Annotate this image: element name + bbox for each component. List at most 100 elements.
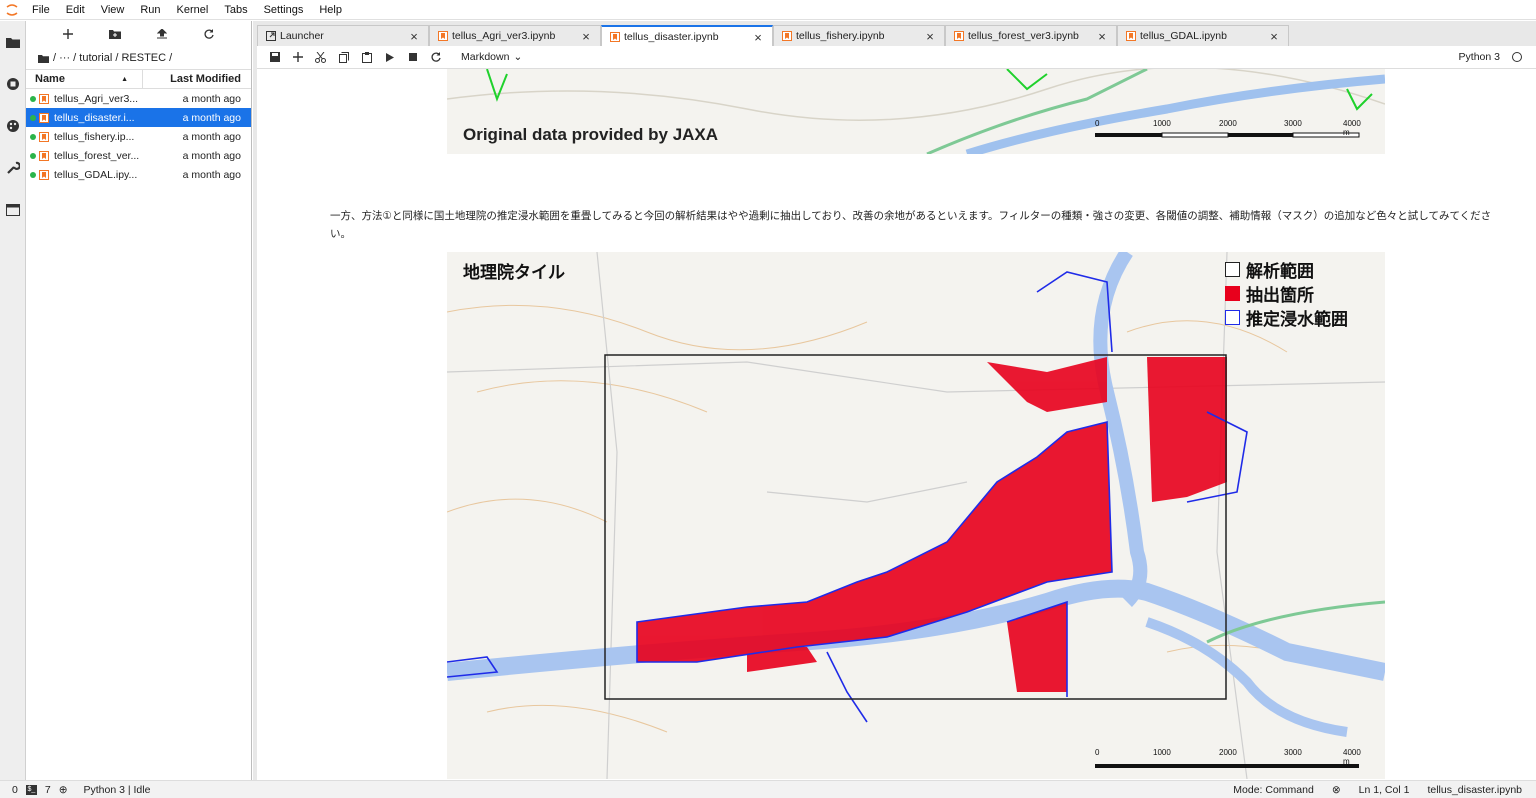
map-image-flood: 地理院タイル 解析範囲 抽出箇所 推定浸水範囲 0 1000 2000 3000… xyxy=(447,252,1385,779)
jupyter-logo-icon xyxy=(0,0,24,20)
status-count-2[interactable]: 7 xyxy=(45,784,51,796)
file-row[interactable]: tellus_Agri_ver3... a month ago xyxy=(26,89,251,108)
stop-icon[interactable] xyxy=(401,46,424,69)
sort-ascending-icon: ▲ xyxy=(121,75,128,83)
run-icon[interactable] xyxy=(378,46,401,69)
close-icon[interactable]: × xyxy=(1268,29,1280,44)
tab-label: tellus_Agri_ver3.ipynb xyxy=(452,30,556,42)
notebook-icon xyxy=(39,150,49,161)
scale-tick: 3000 xyxy=(1284,748,1302,757)
kernel-status-icon xyxy=(1512,52,1522,62)
terminal-icon[interactable]: $_ xyxy=(25,784,37,795)
file-modified: a month ago xyxy=(182,149,241,162)
kernel-status-text[interactable]: Python 3 | Idle xyxy=(84,784,151,796)
tab-1[interactable]: tellus_Agri_ver3.ipynb × xyxy=(429,25,601,46)
legend-item-flood: 推定浸水範囲 xyxy=(1225,305,1348,329)
scale-tick: 0 xyxy=(1095,748,1100,757)
status-bar: 0 $_ 7 ⊕ Python 3 | Idle Mode: Command ⊗… xyxy=(0,780,1536,798)
close-icon[interactable]: × xyxy=(408,29,420,44)
scale-tick: 0 xyxy=(1095,119,1100,128)
menu-help[interactable]: Help xyxy=(311,0,350,20)
left-sidebar-tabs xyxy=(0,21,26,780)
tab-label: tellus_fishery.ipynb xyxy=(796,30,885,42)
file-row[interactable]: tellus_GDAL.ipy... a month ago xyxy=(26,165,251,184)
file-row[interactable]: tellus_disaster.i... a month ago xyxy=(26,108,251,127)
menu-kernel[interactable]: Kernel xyxy=(169,0,217,20)
scale-bar-bottom: 0 1000 2000 3000 4000 m xyxy=(1095,748,1365,768)
file-name: tellus_fishery.ip... xyxy=(54,130,135,143)
copy-icon[interactable] xyxy=(332,46,355,69)
close-icon[interactable]: × xyxy=(924,29,936,44)
file-row[interactable]: tellus_fishery.ip... a month ago xyxy=(26,127,251,146)
file-list: tellus_Agri_ver3... a month ago tellus_dis… xyxy=(26,89,251,184)
menu-run[interactable]: Run xyxy=(132,0,168,20)
running-dot-icon xyxy=(30,171,36,178)
tab-4[interactable]: tellus_forest_ver3.ipynb × xyxy=(945,25,1117,46)
insert-cell-icon[interactable] xyxy=(286,46,309,69)
menu-tabs[interactable]: Tabs xyxy=(216,0,255,20)
palette-icon[interactable] xyxy=(0,105,26,147)
close-icon[interactable]: × xyxy=(580,29,592,44)
save-icon[interactable] xyxy=(263,46,286,69)
refresh-icon[interactable] xyxy=(200,25,218,43)
cut-icon[interactable] xyxy=(309,46,332,69)
running-dot-icon xyxy=(30,152,36,159)
scale-tick: 1000 xyxy=(1153,119,1171,128)
folder-icon[interactable] xyxy=(0,21,26,63)
scale-tick: 2000 xyxy=(1219,119,1237,128)
breadcrumb-path[interactable]: / ··· / tutorial / RESTEC / xyxy=(53,52,172,64)
kernel-name[interactable]: Python 3 xyxy=(1459,51,1500,63)
notebook-icon xyxy=(39,112,49,123)
tabs-icon[interactable] xyxy=(0,189,26,231)
file-name: tellus_Agri_ver3... xyxy=(54,92,139,105)
main-area: Launcher × tellus_Agri_ver3.ipynb × tellus_d… xyxy=(253,21,1536,780)
tab-label: tellus_GDAL.ipynb xyxy=(1140,30,1227,42)
file-modified: a month ago xyxy=(182,130,241,143)
close-icon[interactable]: × xyxy=(1096,29,1108,44)
notebook-icon xyxy=(610,32,620,42)
notebook-body: Original data provided by JAXA 0 1000 20… xyxy=(257,69,1536,780)
new-folder-icon[interactable] xyxy=(106,25,124,43)
markdown-paragraph: 一方、方法①と同様に国土地理院の推定浸水範囲を重畳してみると今回の解析結果はやや… xyxy=(330,210,1492,240)
map-title: 地理院タイル xyxy=(463,263,565,282)
menu-view[interactable]: View xyxy=(93,0,133,20)
menu-settings[interactable]: Settings xyxy=(256,0,312,20)
column-modified-header[interactable]: Last Modified xyxy=(143,73,251,85)
map-image-top: Original data provided by JAXA 0 1000 20… xyxy=(447,69,1385,154)
tab-bar: Launcher × tellus_Agri_ver3.ipynb × tellus_d… xyxy=(257,25,1536,47)
tab-label: Launcher xyxy=(280,30,324,42)
scale-tick: 4000 m xyxy=(1343,748,1361,766)
settings-bug-icon[interactable]: ⊗ xyxy=(1332,784,1341,796)
status-right: Mode: Command ⊗ Ln 1, Col 1 tellus_disas… xyxy=(1233,784,1522,796)
tab-5[interactable]: tellus_GDAL.ipynb × xyxy=(1117,25,1289,46)
menu-bar: File Edit View Run Kernel Tabs Settings … xyxy=(0,0,1536,20)
tab-label: tellus_forest_ver3.ipynb xyxy=(968,30,1079,42)
status-count-1[interactable]: 0 xyxy=(12,784,18,796)
close-icon[interactable]: × xyxy=(752,30,764,45)
tab-2[interactable]: tellus_disaster.ipynb × xyxy=(601,25,773,47)
file-list-header: Name ▲ Last Modified xyxy=(26,69,251,89)
file-row[interactable]: tellus_forest_ver... a month ago xyxy=(26,146,251,165)
menu-edit[interactable]: Edit xyxy=(58,0,93,20)
map-legend: 解析範囲 抽出箇所 推定浸水範囲 xyxy=(1225,257,1348,329)
notebook-icon xyxy=(954,31,964,41)
menu-file[interactable]: File xyxy=(24,0,58,20)
tab-3[interactable]: tellus_fishery.ipynb × xyxy=(773,25,945,46)
new-launcher-icon[interactable] xyxy=(59,25,77,43)
cell-type-dropdown[interactable]: Markdown ⌄ xyxy=(461,51,522,63)
cell-type-label: Markdown xyxy=(461,51,510,63)
wrench-icon[interactable] xyxy=(0,147,26,189)
tab-0[interactable]: Launcher × xyxy=(257,25,429,46)
upload-icon[interactable] xyxy=(153,25,171,43)
scale-tick: 3000 xyxy=(1284,119,1302,128)
column-name-header[interactable]: Name ▲ xyxy=(26,70,143,88)
paste-icon[interactable] xyxy=(355,46,378,69)
launcher-icon xyxy=(266,31,276,41)
globe-icon[interactable]: ⊕ xyxy=(59,784,68,796)
running-icon[interactable] xyxy=(0,63,26,105)
folder-icon[interactable] xyxy=(38,54,49,63)
restart-icon[interactable] xyxy=(424,46,447,69)
cursor-position[interactable]: Ln 1, Col 1 xyxy=(1359,784,1410,796)
running-dot-icon xyxy=(30,114,36,121)
breadcrumb: / ··· / tutorial / RESTEC / xyxy=(26,47,251,69)
